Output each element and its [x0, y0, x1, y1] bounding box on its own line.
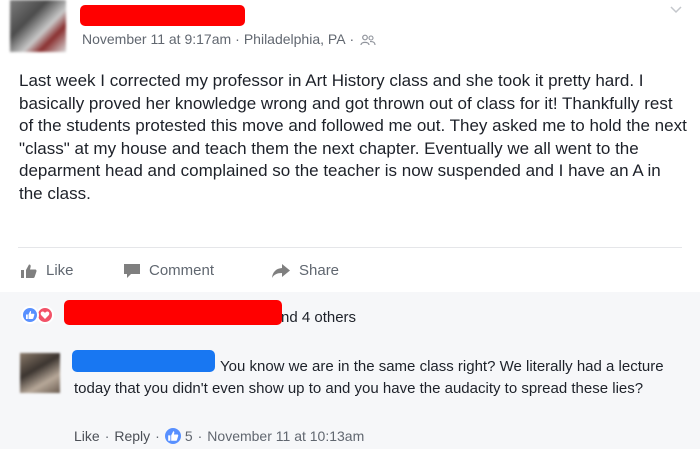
comment-reply-link[interactable]: Reply — [114, 428, 150, 444]
comment-meta-separator: · — [155, 428, 160, 444]
comment-like-icon[interactable] — [164, 428, 181, 444]
reactions-others-text[interactable]: nd 4 others — [281, 309, 356, 326]
comment-button[interactable]: Comment — [123, 262, 214, 279]
post-timestamp[interactable]: November 11 at 9:17am — [82, 31, 231, 47]
like-reaction-icon[interactable] — [21, 306, 39, 324]
like-button[interactable]: Like — [20, 262, 74, 279]
share-arrow-icon — [272, 263, 290, 278]
friends-icon[interactable] — [360, 33, 376, 46]
comment-meta-separator: · — [104, 428, 110, 444]
post-body: Last week I corrected my professor in Ar… — [19, 71, 687, 203]
author-name-redaction — [80, 5, 245, 26]
reactor-name-redaction — [64, 300, 282, 325]
post-divider — [18, 247, 682, 248]
like-label: Like — [46, 262, 74, 279]
author-avatar[interactable] — [10, 0, 66, 52]
post-location[interactable]: Philadelphia, PA — [244, 31, 346, 47]
thumbs-up-icon — [21, 264, 37, 278]
comment-bubble-icon — [124, 263, 140, 278]
meta-separator: · — [235, 31, 240, 47]
comment-meta-separator: · — [197, 428, 203, 444]
comment-like-link[interactable]: Like — [74, 428, 100, 444]
meta-separator: · — [349, 31, 355, 47]
share-button[interactable]: Share — [271, 262, 339, 279]
comment-text: You know we are in the same class right?… — [74, 358, 664, 397]
comment-like-count[interactable]: 5 — [185, 428, 193, 444]
comment-timestamp[interactable]: November 11 at 10:13am — [207, 428, 364, 444]
facebook-post: November 11 at 9:17am · Philadelphia, PA… — [0, 0, 700, 449]
commenter-avatar[interactable] — [20, 353, 60, 393]
comment-label: Comment — [149, 262, 215, 279]
post-options-chevron-icon[interactable] — [670, 4, 682, 16]
share-label: Share — [299, 262, 340, 279]
comment-body: You know we are in the same class right?… — [74, 356, 674, 399]
post-meta: November 11 at 9:17am · Philadelphia, PA… — [82, 31, 376, 47]
comment-meta: Like · Reply · 5 · November 11 at 10:13a… — [74, 428, 364, 444]
